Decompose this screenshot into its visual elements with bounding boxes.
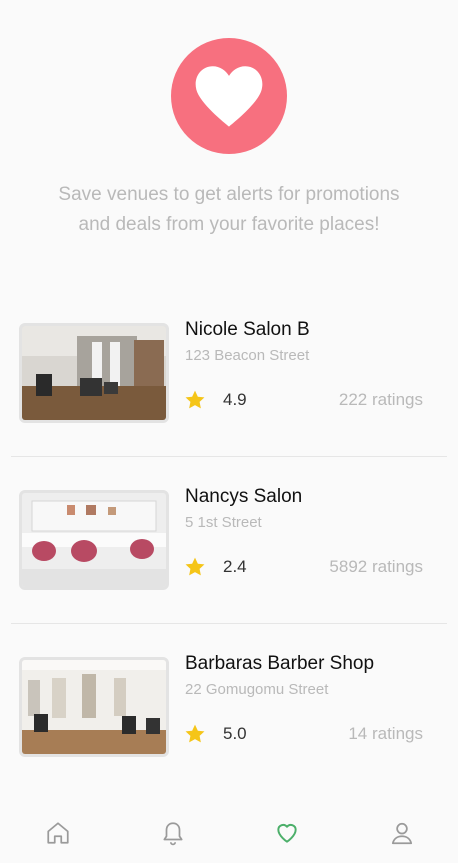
favorites-hero-badge: [171, 38, 287, 154]
venue-card[interactable]: Barbaras Barber Shop 22 Gomugomu Street …: [0, 624, 458, 791]
tab-notifications[interactable]: [158, 818, 188, 848]
bell-icon: [163, 822, 183, 846]
venue-address: 123 Beacon Street: [185, 347, 310, 364]
venue-rating: 2.4: [223, 557, 247, 576]
venue-name[interactable]: Nancys Salon: [185, 485, 302, 509]
bottom-tab-bar: [0, 790, 458, 863]
empty-favorites-message: Save venues to get alerts for promotions…: [58, 184, 400, 235]
heart-icon: [195, 66, 263, 127]
saved-venues-list: Nicole Salon B 123 Beacon Street 4.9 222…: [0, 290, 458, 791]
venue-photo[interactable]: [19, 323, 169, 423]
venue-name[interactable]: Barbaras Barber Shop: [185, 652, 374, 676]
venue-photo[interactable]: [19, 657, 169, 757]
venue-ratings-count: 5892 ratings: [329, 557, 423, 576]
venue-ratings-count: 222 ratings: [338, 390, 423, 409]
star-icon: [185, 390, 205, 409]
venue-card[interactable]: Nicole Salon B 123 Beacon Street 4.9 222…: [0, 290, 458, 457]
tab-favorites[interactable]: [272, 818, 302, 848]
venue-card[interactable]: Nancys Salon 5 1st Street 2.4 5892 ratin…: [0, 457, 458, 624]
venue-address: 5 1st Street: [185, 514, 262, 531]
tab-profile[interactable]: [387, 818, 417, 848]
star-icon: [185, 557, 205, 576]
home-icon: [47, 822, 69, 844]
venue-rating: 4.9: [223, 390, 247, 409]
star-icon: [185, 724, 205, 743]
tab-home[interactable]: [43, 818, 73, 848]
venue-photo[interactable]: [19, 490, 169, 590]
venue-address: 22 Gomugomu Street: [185, 681, 329, 698]
heart-outline-icon: [277, 823, 297, 843]
venue-name[interactable]: Nicole Salon B: [185, 318, 310, 342]
venue-ratings-count: 14 ratings: [348, 724, 423, 743]
user-icon: [391, 822, 413, 845]
venue-rating: 5.0: [223, 724, 247, 743]
